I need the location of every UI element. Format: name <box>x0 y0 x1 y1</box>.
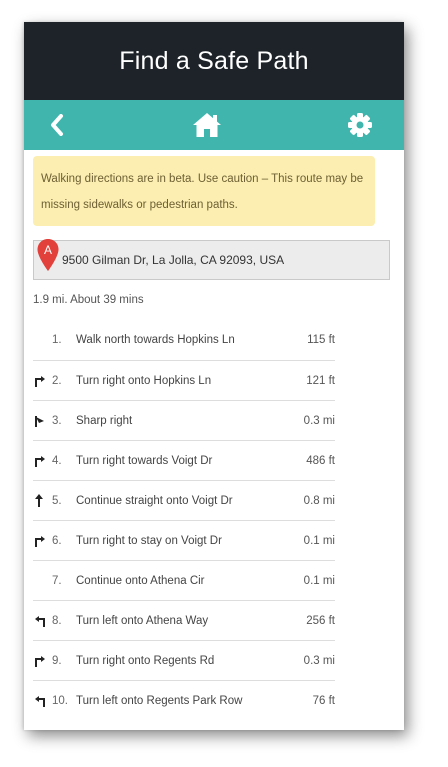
step-number: 5. <box>52 494 62 507</box>
step-instruction: Turn right onto Hopkins Ln <box>76 374 212 387</box>
back-button[interactable] <box>42 100 72 150</box>
step-distance: 0.3 mi <box>303 414 335 427</box>
pin-letter: A <box>44 243 52 257</box>
step-number: 10. <box>52 694 68 707</box>
alert-text: Walking directions are in beta. Use caut… <box>41 173 364 211</box>
step-number: 9. <box>52 654 62 667</box>
step-number: 8. <box>52 614 62 627</box>
step-number: 7. <box>52 574 62 587</box>
step-distance: 115 ft <box>307 334 335 346</box>
direction-step[interactable]: 6. Turn right to stay on Voigt Dr 0.1 mi <box>33 520 335 560</box>
direction-step[interactable]: 3. Sharp right 0.3 mi <box>33 400 335 440</box>
step-instruction: Continue onto Athena Cir <box>76 574 205 587</box>
phone-screen: Find a Safe Path Walking directions are … <box>24 22 404 730</box>
step-number: 6. <box>52 534 62 547</box>
direction-step[interactable]: 5. Continue straight onto Voigt Dr 0.8 m… <box>33 480 335 520</box>
home-button[interactable] <box>189 100 225 150</box>
turn-left-icon <box>33 615 52 627</box>
turn-right-icon <box>33 375 52 387</box>
step-instruction: Turn left onto Athena Way <box>76 614 209 627</box>
step-instruction: Walk north towards Hopkins Ln <box>76 334 235 346</box>
step-distance: 486 ft <box>306 454 335 467</box>
home-icon <box>193 113 221 137</box>
step-instruction: Turn left onto Regents Park Row <box>76 694 243 707</box>
step-distance: 121 ft <box>306 374 335 387</box>
gear-icon <box>348 113 372 137</box>
step-distance: 0.1 mi <box>303 534 335 547</box>
settings-button[interactable] <box>344 100 376 150</box>
direction-step[interactable]: 8. Turn left onto Athena Way 256 ft <box>33 600 335 640</box>
turn-right-icon <box>33 455 52 467</box>
directions-list: 1. Walk north towards Hopkins Ln 115 ft … <box>33 320 335 720</box>
beta-warning-alert: Walking directions are in beta. Use caut… <box>33 156 375 226</box>
map-pin-icon: A <box>37 239 59 271</box>
step-instruction: Sharp right <box>76 414 133 427</box>
step-instruction: Turn right to stay on Voigt Dr <box>76 534 222 547</box>
app-header: Find a Safe Path <box>24 22 404 100</box>
sharp-right-icon <box>33 415 52 427</box>
direction-step[interactable]: 2. Turn right onto Hopkins Ln 121 ft <box>33 360 335 400</box>
step-distance: 256 ft <box>306 614 335 627</box>
direction-step[interactable]: 4. Turn right towards Voigt Dr 486 ft <box>33 440 335 480</box>
step-distance: 0.3 mi <box>303 654 335 667</box>
step-instruction: Turn right towards Voigt Dr <box>76 454 213 467</box>
chevron-left-icon <box>51 114 63 136</box>
route-summary: 1.9 mi. About 39 mins <box>33 294 144 306</box>
turn-right-icon <box>33 535 52 547</box>
step-number: 4. <box>52 454 62 467</box>
direction-step[interactable]: 10. Turn left onto Regents Park Row 76 f… <box>33 680 335 720</box>
step-number: 3. <box>52 414 62 427</box>
step-number: 1. <box>52 334 62 346</box>
address-text: 9500 Gilman Dr, La Jolla, CA 92093, USA <box>62 253 285 267</box>
step-number: 2. <box>52 374 62 387</box>
step-instruction: Continue straight onto Voigt Dr <box>76 494 233 507</box>
turn-left-icon <box>33 695 52 707</box>
step-distance: 0.8 mi <box>303 494 335 507</box>
page-title: Find a Safe Path <box>119 46 309 75</box>
content-area: Walking directions are in beta. Use caut… <box>24 150 404 720</box>
nav-bar <box>24 100 404 150</box>
step-distance: 0.1 mi <box>303 574 335 587</box>
turn-right-icon <box>33 655 52 667</box>
direction-step[interactable]: 9. Turn right onto Regents Rd 0.3 mi <box>33 640 335 680</box>
destination-address-field[interactable]: A 9500 Gilman Dr, La Jolla, CA 92093, US… <box>33 239 390 280</box>
step-distance: 76 ft <box>312 694 335 707</box>
step-instruction: Turn right onto Regents Rd <box>76 654 215 667</box>
straight-icon <box>33 494 52 507</box>
direction-step[interactable]: 1. Walk north towards Hopkins Ln 115 ft <box>33 320 335 360</box>
direction-step[interactable]: 7. Continue onto Athena Cir 0.1 mi <box>33 560 335 600</box>
